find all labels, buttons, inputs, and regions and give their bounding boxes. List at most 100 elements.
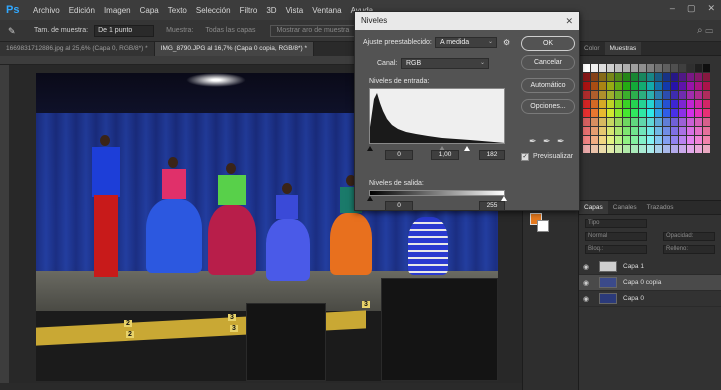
color-swatch[interactable] bbox=[687, 73, 694, 81]
color-swatch[interactable] bbox=[695, 145, 702, 153]
color-swatch[interactable] bbox=[655, 64, 662, 72]
menu-imagen[interactable]: Imagen bbox=[104, 6, 131, 15]
close-icon[interactable]: ✕ bbox=[707, 3, 715, 14]
color-swatch[interactable] bbox=[615, 127, 622, 135]
lock-options[interactable]: Bloq.: bbox=[585, 245, 647, 254]
color-swatch[interactable] bbox=[679, 127, 686, 135]
color-swatch[interactable] bbox=[639, 109, 646, 117]
color-swatch[interactable] bbox=[583, 82, 590, 90]
color-swatch[interactable] bbox=[695, 91, 702, 99]
menu-3d[interactable]: 3D bbox=[266, 6, 276, 15]
minimize-icon[interactable]: – bbox=[670, 3, 675, 14]
color-swatch[interactable] bbox=[703, 64, 710, 72]
color-swatch[interactable] bbox=[639, 118, 646, 126]
layer-row[interactable]: ◉ Capa 0 bbox=[579, 291, 721, 307]
color-swatch[interactable] bbox=[607, 127, 614, 135]
color-swatch[interactable] bbox=[687, 136, 694, 144]
color-swatch[interactable] bbox=[599, 100, 606, 108]
color-swatch[interactable] bbox=[647, 91, 654, 99]
color-swatch[interactable] bbox=[671, 136, 678, 144]
color-swatch[interactable] bbox=[679, 100, 686, 108]
color-swatch[interactable] bbox=[623, 145, 630, 153]
channel-select[interactable]: RGB ⌄ bbox=[401, 58, 489, 69]
color-swatch[interactable] bbox=[631, 118, 638, 126]
color-swatch[interactable] bbox=[591, 100, 598, 108]
color-swatch[interactable] bbox=[623, 73, 630, 81]
color-swatch[interactable] bbox=[599, 127, 606, 135]
color-swatch[interactable] bbox=[671, 91, 678, 99]
color-swatch[interactable] bbox=[599, 136, 606, 144]
gray-eyedropper-icon[interactable]: ✒ bbox=[543, 136, 551, 147]
color-swatch[interactable] bbox=[583, 64, 590, 72]
color-swatch[interactable] bbox=[687, 64, 694, 72]
color-swatch[interactable] bbox=[615, 145, 622, 153]
color-swatch[interactable] bbox=[695, 82, 702, 90]
color-swatch[interactable] bbox=[583, 91, 590, 99]
layer-row[interactable]: ◉ Capa 0 copia bbox=[579, 275, 721, 291]
color-swatch[interactable] bbox=[695, 118, 702, 126]
color-swatch[interactable] bbox=[615, 109, 622, 117]
all-layers-select[interactable]: Todas las capas bbox=[205, 27, 255, 34]
color-swatch[interactable] bbox=[591, 136, 598, 144]
preset-options-gear-icon[interactable]: ⚙ bbox=[503, 38, 510, 47]
color-swatch[interactable] bbox=[679, 118, 686, 126]
input-black-slider[interactable] bbox=[367, 146, 373, 151]
color-swatch[interactable] bbox=[623, 118, 630, 126]
color-swatch[interactable] bbox=[663, 118, 670, 126]
preview-checkbox[interactable]: ✓ bbox=[521, 153, 529, 161]
color-swatch[interactable] bbox=[687, 109, 694, 117]
color-swatch[interactable] bbox=[599, 145, 606, 153]
color-swatch[interactable] bbox=[655, 82, 662, 90]
color-swatch[interactable] bbox=[655, 118, 662, 126]
color-swatch[interactable] bbox=[639, 82, 646, 90]
color-swatch[interactable] bbox=[599, 73, 606, 81]
color-swatch[interactable] bbox=[583, 127, 590, 135]
color-swatch[interactable] bbox=[607, 64, 614, 72]
color-swatch[interactable] bbox=[615, 118, 622, 126]
color-swatch[interactable] bbox=[679, 109, 686, 117]
input-white-slider[interactable] bbox=[464, 146, 470, 151]
visibility-eye-icon[interactable]: ◉ bbox=[583, 279, 595, 287]
color-swatch[interactable] bbox=[639, 127, 646, 135]
color-swatch[interactable] bbox=[687, 82, 694, 90]
color-swatch[interactable] bbox=[591, 145, 598, 153]
color-swatch[interactable] bbox=[623, 91, 630, 99]
color-swatch[interactable] bbox=[631, 145, 638, 153]
color-swatch[interactable] bbox=[655, 100, 662, 108]
menu-seleccion[interactable]: Selección bbox=[196, 6, 231, 15]
color-swatch[interactable] bbox=[639, 73, 646, 81]
color-swatch[interactable] bbox=[647, 64, 654, 72]
color-swatch[interactable] bbox=[647, 109, 654, 117]
tab-layers[interactable]: Capas bbox=[579, 201, 608, 214]
color-swatch[interactable] bbox=[663, 127, 670, 135]
menu-ventana[interactable]: Ventana bbox=[312, 6, 341, 15]
color-swatch[interactable] bbox=[647, 73, 654, 81]
color-swatch[interactable] bbox=[591, 73, 598, 81]
color-swatch[interactable] bbox=[591, 82, 598, 90]
color-swatch[interactable] bbox=[607, 109, 614, 117]
input-gamma-field[interactable]: 1,00 bbox=[431, 150, 459, 160]
output-white-field[interactable]: 255 bbox=[479, 201, 505, 211]
color-swatch[interactable] bbox=[615, 82, 622, 90]
color-swatch[interactable] bbox=[703, 73, 710, 81]
color-swatch[interactable] bbox=[695, 73, 702, 81]
color-swatch[interactable] bbox=[631, 64, 638, 72]
color-swatch[interactable] bbox=[703, 145, 710, 153]
color-swatch[interactable] bbox=[655, 127, 662, 135]
color-swatch[interactable] bbox=[623, 100, 630, 108]
opacity-field[interactable]: Opacidad: bbox=[663, 232, 715, 241]
color-swatch[interactable] bbox=[655, 91, 662, 99]
color-swatch[interactable] bbox=[607, 91, 614, 99]
preset-select[interactable]: A medida ⌄ bbox=[435, 37, 497, 48]
color-swatch[interactable] bbox=[583, 109, 590, 117]
color-swatch[interactable] bbox=[607, 136, 614, 144]
color-swatch[interactable] bbox=[639, 100, 646, 108]
output-black-field[interactable]: 0 bbox=[385, 201, 413, 211]
background-color-swatch[interactable] bbox=[537, 220, 549, 232]
menu-filtro[interactable]: Filtro bbox=[240, 6, 258, 15]
color-swatch[interactable] bbox=[639, 145, 646, 153]
tab-document-1[interactable]: 1669831712886.jpg al 25,6% (Capa 0, RGB/… bbox=[0, 42, 155, 56]
color-swatch[interactable] bbox=[663, 91, 670, 99]
color-swatch[interactable] bbox=[615, 91, 622, 99]
color-swatch[interactable] bbox=[631, 127, 638, 135]
